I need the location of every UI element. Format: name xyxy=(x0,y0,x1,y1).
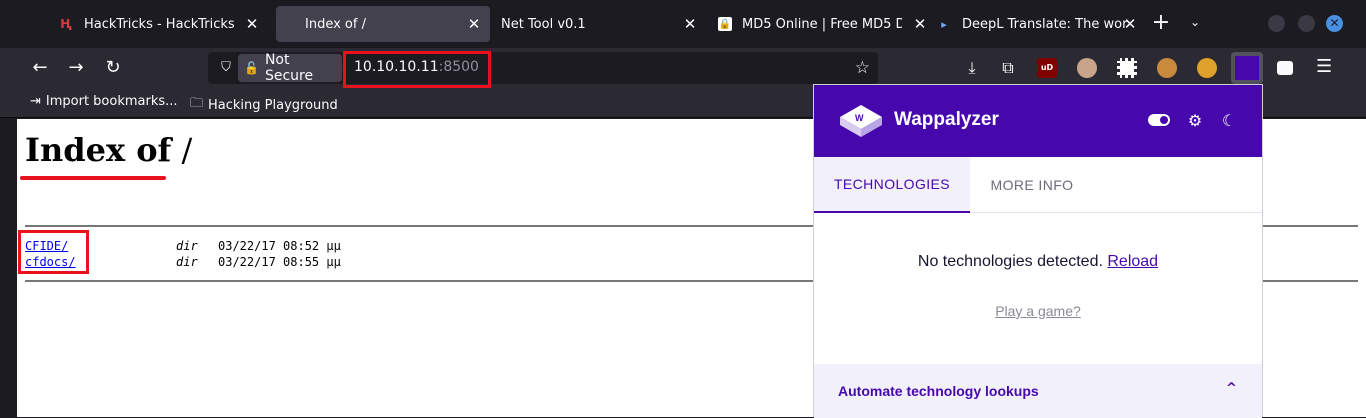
dark-mode-icon[interactable]: ☾ xyxy=(1219,111,1239,130)
forward-button[interactable]: → xyxy=(64,56,88,80)
tab-more-info[interactable]: MORE INFO xyxy=(970,157,1094,213)
lock-icon: 🔒 xyxy=(718,17,732,31)
entry-type: dir xyxy=(176,239,198,253)
entry-date: 03/22/17 08:55 μμ xyxy=(218,255,341,269)
tab-title: Index of / xyxy=(305,16,366,32)
tab-deepl[interactable]: ▸ DeepL Translate: The wor ✕ xyxy=(936,6,1136,42)
chevron-up-icon[interactable]: ^ xyxy=(1226,381,1237,396)
close-icon[interactable]: ✕ xyxy=(244,15,260,33)
tab-title: HackTricks - HackTricks xyxy=(84,16,235,32)
reload-button[interactable]: ↻ xyxy=(101,56,125,80)
screenshot-icon[interactable] xyxy=(1277,61,1293,75)
bookmark-label: Hacking Playground xyxy=(208,97,338,113)
navigation-toolbar: ← → ↻ ⛉ 🔓 Not Secure 10.10.10.11:8500 ☆ … xyxy=(0,48,1366,88)
entry-date: 03/22/17 08:52 μμ xyxy=(218,239,341,253)
url-bar[interactable]: ⛉ 🔓 Not Secure 10.10.10.11:8500 ☆ xyxy=(208,52,878,84)
links-highlight-box xyxy=(18,230,89,274)
close-icon[interactable]: ✕ xyxy=(1122,15,1138,33)
no-technologies-message: No technologies detected. Reload xyxy=(814,253,1262,271)
window-close-button[interactable]: ✕ xyxy=(1326,15,1343,32)
folder-icon: 🗀 xyxy=(190,96,204,111)
tab-strip: Ⱨ HackTricks - HackTricks ✕ Index of / ✕… xyxy=(0,0,1366,48)
url-highlight-box xyxy=(343,51,491,88)
downloads-icon[interactable]: ⤓ xyxy=(960,56,984,80)
site-security-button[interactable]: 🔓 Not Secure xyxy=(238,52,342,84)
bookmark-hacking-playground[interactable]: 🗀 Hacking Playground xyxy=(190,94,338,116)
maximize-button[interactable] xyxy=(1298,15,1315,32)
wappalyzer-header: W Wappalyzer ⚙ ☾ xyxy=(814,85,1262,157)
hacktricks-icon: Ⱨ xyxy=(60,17,72,31)
bookmark-star-icon[interactable]: ☆ xyxy=(855,58,870,78)
import-icon: ⇥ xyxy=(30,94,41,109)
cookie-icon[interactable] xyxy=(1157,58,1177,78)
new-tab-button[interactable]: + xyxy=(1150,12,1172,35)
shield-icon[interactable]: ⛉ xyxy=(218,60,234,76)
minimize-button[interactable] xyxy=(1268,15,1285,32)
close-icon[interactable]: ✕ xyxy=(466,15,482,33)
wappalyzer-popup: W Wappalyzer ⚙ ☾ TECHNOLOGIES MORE INFO … xyxy=(813,84,1263,418)
toggle-switch[interactable] xyxy=(1148,114,1170,126)
gear-icon[interactable]: ⚙ xyxy=(1185,111,1205,130)
back-button[interactable]: ← xyxy=(28,56,52,80)
tab-index-of[interactable]: Index of / ✕ xyxy=(276,6,490,42)
ublock-icon[interactable]: uD xyxy=(1037,58,1057,78)
insecure-lock-icon: 🔓 xyxy=(244,61,259,75)
chevron-down-icon[interactable]: ⌄ xyxy=(1190,15,1200,29)
play-game-link[interactable]: Play a game? xyxy=(814,303,1262,319)
entry-type: dir xyxy=(176,255,198,269)
cookie-editor-icon[interactable] xyxy=(1197,58,1217,78)
automate-lookups-section[interactable]: Automate technology lookups ^ xyxy=(814,364,1262,418)
no-tech-text: No technologies detected. xyxy=(917,253,1108,270)
reload-link[interactable]: Reload xyxy=(1107,253,1158,270)
tab-title: MD5 Online | Free MD5 D xyxy=(742,16,902,32)
automate-lookups-label: Automate technology lookups xyxy=(838,383,1039,399)
wappalyzer-brand: Wappalyzer xyxy=(894,109,999,130)
page-title-main: Index of xyxy=(25,131,172,169)
close-icon[interactable]: ✕ xyxy=(682,15,698,33)
qr-code-icon[interactable] xyxy=(1117,58,1137,78)
tab-md5-online[interactable]: 🔒 MD5 Online | Free MD5 D ✕ xyxy=(718,6,926,42)
close-icon[interactable]: ✕ xyxy=(912,15,928,33)
tab-net-tool[interactable]: Net Tool v0.1 ✕ xyxy=(492,6,706,42)
tab-title: Net Tool v0.1 xyxy=(501,16,586,32)
bookmark-label: Import bookmarks... xyxy=(45,94,178,109)
wappalyzer-logo-icon: W xyxy=(840,105,882,137)
svg-text:W: W xyxy=(855,113,864,123)
avatar-extension-icon[interactable] xyxy=(1077,58,1097,78)
wappalyzer-tabs: TECHNOLOGIES MORE INFO xyxy=(814,157,1262,213)
bookmark-import[interactable]: ⇥ Import bookmarks... xyxy=(30,94,178,109)
page-title-path: / xyxy=(171,131,193,169)
tab-title: DeepL Translate: The wor xyxy=(962,16,1128,32)
tab-hacktricks[interactable]: Ⱨ HackTricks - HackTricks ✕ xyxy=(58,6,268,42)
security-label: Not Secure xyxy=(264,52,314,84)
deepl-icon: ▸ xyxy=(941,17,947,31)
extensions-icon[interactable]: ⧉ xyxy=(996,56,1020,80)
title-highlight-underline xyxy=(20,176,166,180)
page-title: Index of / xyxy=(25,131,192,169)
wappalyzer-extension-icon[interactable] xyxy=(1231,52,1263,84)
hamburger-menu-icon[interactable]: ☰ xyxy=(1316,56,1332,77)
tab-technologies[interactable]: TECHNOLOGIES xyxy=(814,157,970,213)
